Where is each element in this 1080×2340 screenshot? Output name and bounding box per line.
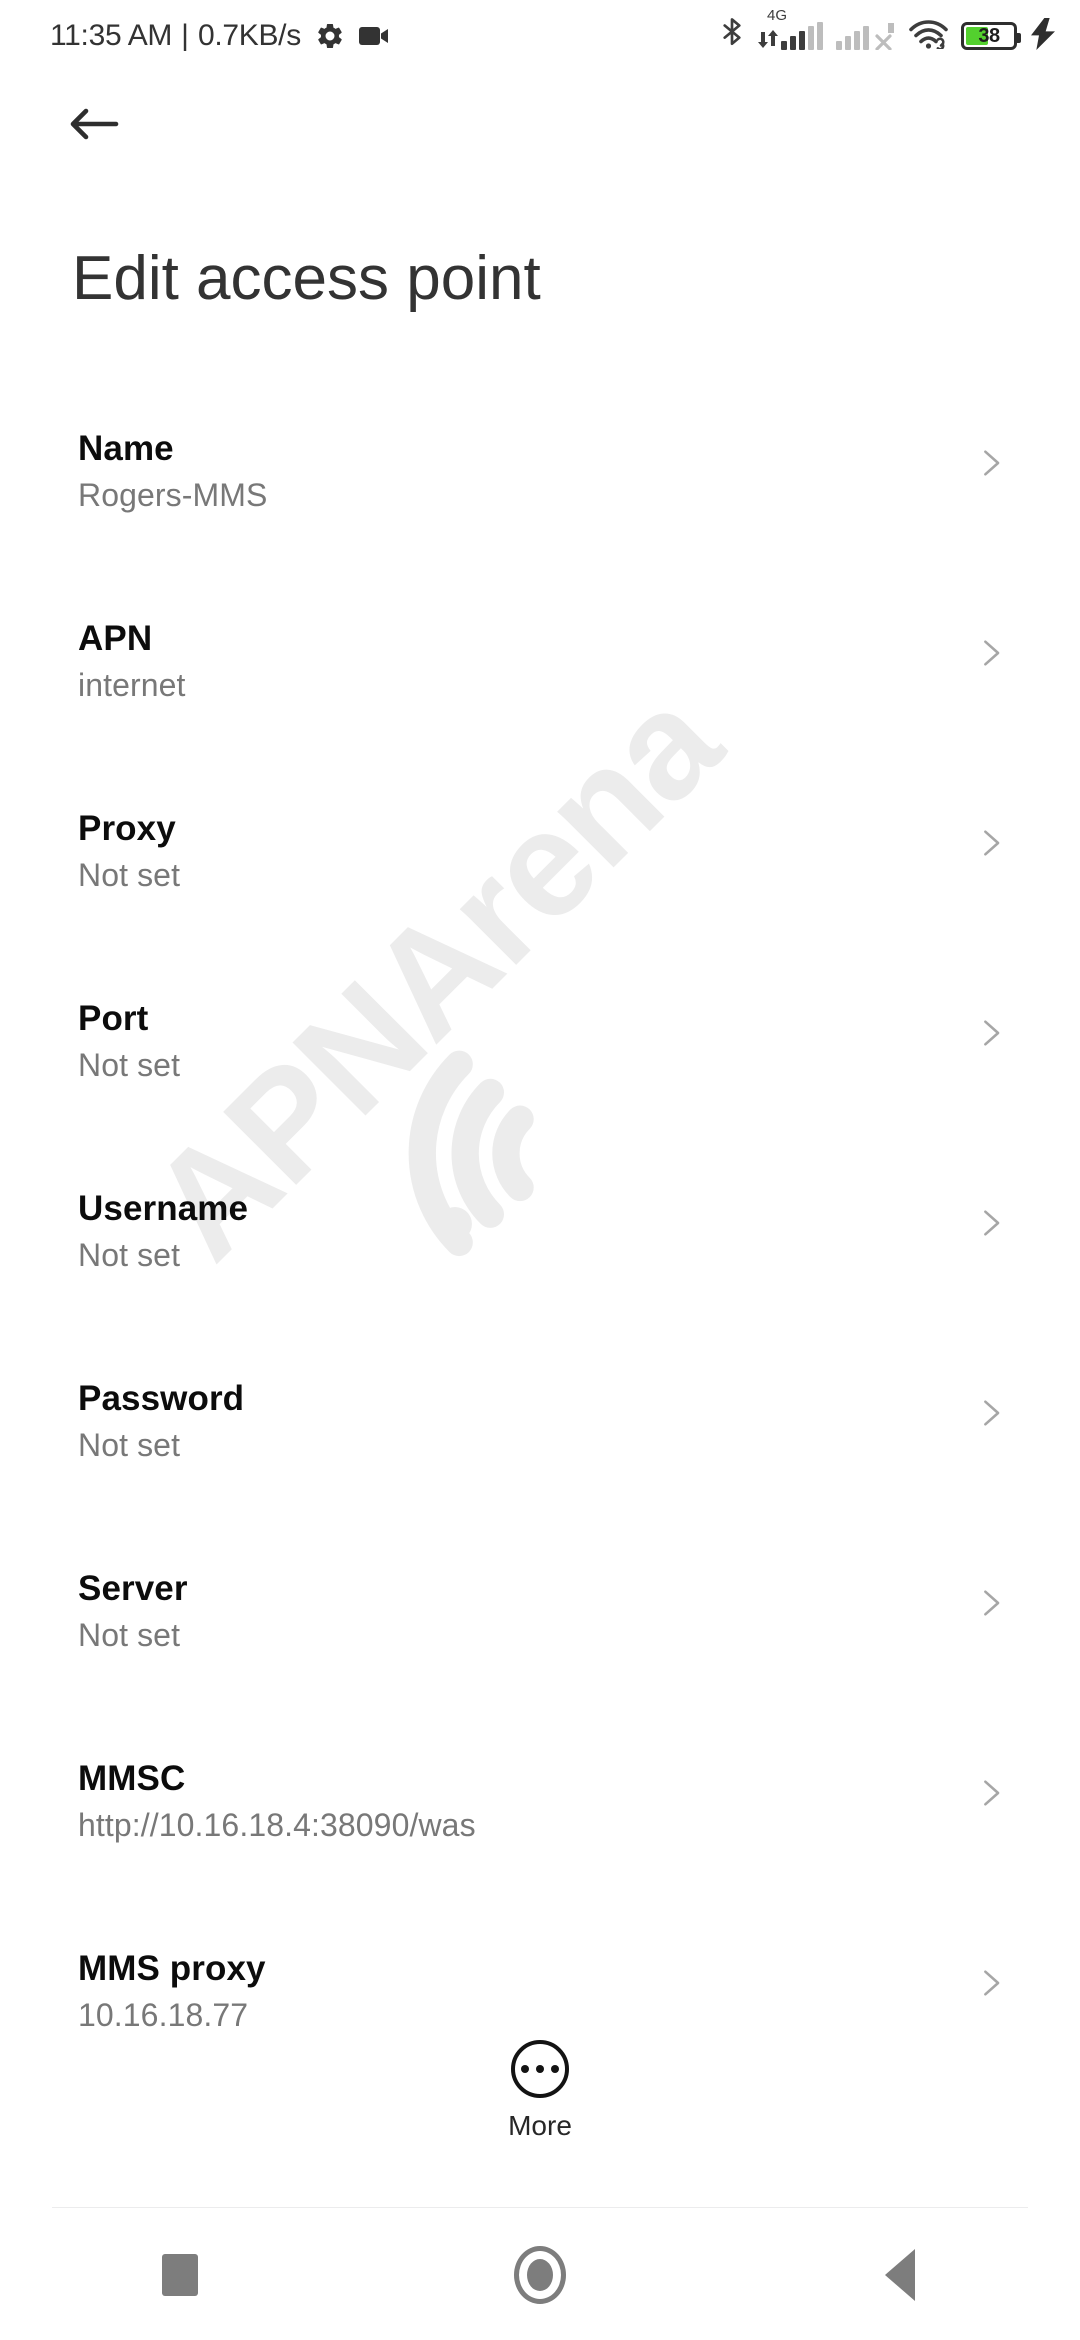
settings-row-value: Rogers-MMS (78, 476, 268, 513)
bluetooth-icon (720, 17, 744, 56)
settings-row-label: Proxy (78, 809, 176, 848)
gear-icon (315, 21, 345, 51)
settings-row-label: Password (78, 1379, 245, 1418)
video-camera-icon (358, 24, 391, 48)
settings-row-label: MMSC (78, 1759, 186, 1798)
settings-row-label: APN (78, 619, 153, 658)
wifi-link-icon (908, 19, 948, 54)
circle-icon (514, 2246, 566, 2304)
chevron-right-icon (974, 826, 1008, 860)
triangle-left-icon (885, 2249, 915, 2301)
settings-row-label: Name (78, 429, 174, 468)
system-navigation-bar (0, 2210, 1080, 2340)
square-icon (162, 2254, 198, 2296)
signal-bars-sim1 (781, 22, 823, 50)
chevron-right-icon (974, 1966, 1008, 2000)
settings-row[interactable]: Name Rogers-MMS (0, 400, 1080, 590)
chevron-right-icon (974, 1016, 1008, 1050)
access-point-settings-list: Name Rogers-MMS APN internet Proxy Not set Por… (0, 400, 1080, 2110)
network-type-label: 4G (767, 7, 788, 24)
status-separator: | (181, 19, 189, 52)
more-button[interactable]: More (0, 2040, 1080, 2142)
settings-row-label: Server (78, 1569, 188, 1608)
settings-row-value: Not set (78, 1046, 181, 1083)
chevron-right-icon (974, 1586, 1008, 1620)
battery-percent-label: 38 (978, 25, 1000, 47)
chevron-right-icon (974, 1776, 1008, 1810)
phone-screen: 11:35 AM | 0.7KB/s 4G 38 Edit access poi… (0, 0, 1080, 2340)
charging-bolt-icon (1030, 17, 1056, 55)
chevron-right-icon (974, 446, 1008, 480)
signal-bars-sim2 (836, 22, 869, 50)
nav-divider (52, 2207, 1028, 2208)
settings-row[interactable]: Port Not set (0, 970, 1080, 1160)
back-navigation-button[interactable] (58, 90, 130, 162)
battery-icon: 38 (961, 22, 1021, 50)
recents-button[interactable] (0, 2210, 360, 2340)
settings-row-value: http://10.16.18.4:38090/was (78, 1806, 476, 1843)
settings-row-value: internet (78, 666, 186, 703)
settings-row-label: Username (78, 1189, 249, 1228)
chevron-right-icon (974, 1396, 1008, 1430)
settings-row[interactable]: APN internet (0, 590, 1080, 780)
settings-row[interactable]: Password Not set (0, 1350, 1080, 1540)
signal-4g-icon: 4G (757, 8, 823, 50)
arrow-left-icon (68, 104, 120, 149)
settings-row[interactable]: Proxy Not set (0, 780, 1080, 970)
data-arrows-icon (757, 29, 779, 49)
chevron-right-icon (974, 636, 1008, 670)
status-bar-left: 11:35 AM | 0.7KB/s (50, 19, 391, 53)
settings-row[interactable]: Username Not set (0, 1160, 1080, 1350)
status-bar: 11:35 AM | 0.7KB/s 4G 38 (0, 0, 1080, 72)
status-clock: 11:35 AM (50, 19, 173, 52)
settings-row-value: 10.16.18.77 (78, 1996, 249, 2033)
settings-row-value: Not set (78, 1616, 181, 1653)
settings-row[interactable]: MMSC http://10.16.18.4:38090/was (0, 1730, 1080, 1920)
more-dots-icon (511, 2040, 569, 2098)
settings-row[interactable]: Server Not set (0, 1540, 1080, 1730)
signal-cross-icon (873, 22, 895, 50)
settings-row-label: MMS proxy (78, 1949, 266, 1988)
chevron-right-icon (974, 1206, 1008, 1240)
page-title: Edit access point (72, 244, 541, 313)
settings-row-value: Not set (78, 856, 181, 893)
status-bar-right: 4G 38 (707, 8, 1056, 56)
more-label: More (508, 2110, 572, 2141)
signal-sim2-off-icon (836, 22, 895, 50)
settings-row-label: Port (78, 999, 149, 1038)
app-bar (0, 72, 1080, 180)
back-button[interactable] (720, 2210, 1080, 2340)
status-net-speed: 0.7KB/s (197, 19, 301, 52)
home-button[interactable] (360, 2210, 720, 2340)
settings-row-value: Not set (78, 1426, 181, 1463)
settings-row-value: Not set (78, 1236, 181, 1273)
